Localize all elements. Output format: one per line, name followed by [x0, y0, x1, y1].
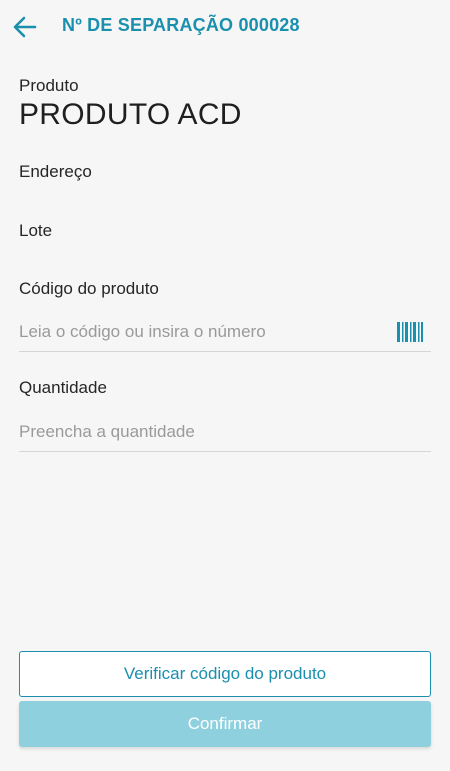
product-label: Produto	[19, 76, 79, 95]
codigo-produto-input[interactable]	[19, 321, 379, 342]
arrow-left-icon	[13, 16, 37, 38]
quantidade-input[interactable]	[19, 421, 379, 442]
codigo-produto-field	[19, 312, 431, 352]
quantidade-field	[19, 412, 431, 452]
verify-product-code-button[interactable]: Verificar código do produto	[19, 651, 431, 697]
codigo-produto-label: Código do produto	[19, 279, 159, 298]
app-header: Nº DE SEPARAÇÃO 000028	[0, 0, 450, 52]
lote-label: Lote	[19, 221, 53, 240]
product-name: PRODUTO ACD	[19, 98, 242, 131]
endereco-label: Endereço	[19, 162, 92, 181]
barcode-scan-button[interactable]	[397, 322, 423, 342]
barcode-icon	[397, 322, 423, 342]
product-section: Produto PRODUTO ACD	[19, 76, 431, 132]
quantidade-label: Quantidade	[19, 378, 107, 397]
confirm-button[interactable]: Confirmar	[19, 701, 431, 747]
back-button[interactable]	[8, 10, 42, 44]
page-title: Nº DE SEPARAÇÃO 000028	[62, 15, 300, 35]
